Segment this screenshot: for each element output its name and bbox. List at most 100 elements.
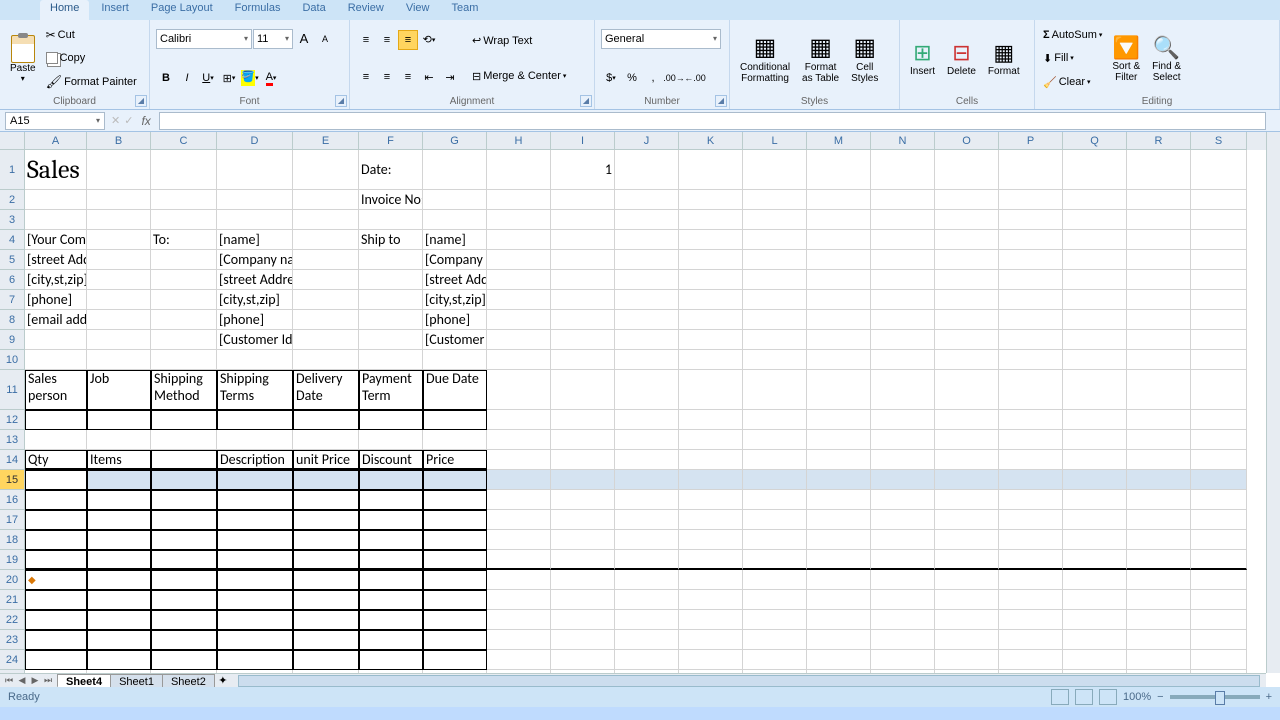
cell-K11[interactable] (679, 370, 743, 410)
cell-R5[interactable] (1127, 250, 1191, 270)
cell-E10[interactable] (293, 350, 359, 370)
cell-P1[interactable] (999, 150, 1063, 190)
cell-S9[interactable] (1191, 330, 1247, 350)
tab-review[interactable]: Review (338, 0, 394, 20)
cell-M4[interactable] (807, 230, 871, 250)
cell-H8[interactable] (487, 310, 551, 330)
cell-G12[interactable] (423, 410, 487, 430)
sheet-tab-sheet1[interactable]: Sheet1 (110, 674, 163, 688)
bold-button[interactable]: B (156, 68, 176, 88)
cell-H3[interactable] (487, 210, 551, 230)
cell-C11[interactable]: Shipping Method (151, 370, 217, 410)
cell-E6[interactable] (293, 270, 359, 290)
cell-B12[interactable] (87, 410, 151, 430)
tab-data[interactable]: Data (292, 0, 335, 20)
cell-E14[interactable]: unit Price (293, 450, 359, 470)
cell-P4[interactable] (999, 230, 1063, 250)
cell-R13[interactable] (1127, 430, 1191, 450)
cell-F13[interactable] (359, 430, 423, 450)
cell-A21[interactable] (25, 590, 87, 610)
cell-L3[interactable] (743, 210, 807, 230)
cell-K16[interactable] (679, 490, 743, 510)
cell-J1[interactable] (615, 150, 679, 190)
cell-A16[interactable] (25, 490, 87, 510)
cell-O15[interactable] (935, 470, 999, 490)
cell-K6[interactable] (679, 270, 743, 290)
decrease-decimal-button[interactable]: ←.00 (685, 68, 705, 88)
wrap-text-button[interactable]: ↩Wrap Text (470, 30, 568, 52)
cell-Q19[interactable] (1063, 550, 1127, 570)
cell-S5[interactable] (1191, 250, 1247, 270)
row-header-16[interactable]: 16 (0, 490, 25, 510)
clipboard-dialog-launcher[interactable]: ◢ (135, 95, 147, 107)
cell-S16[interactable] (1191, 490, 1247, 510)
cell-O1[interactable] (935, 150, 999, 190)
cell-O6[interactable] (935, 270, 999, 290)
tab-page-layout[interactable]: Page Layout (141, 0, 223, 20)
cell-D20[interactable] (217, 570, 293, 590)
cell-J2[interactable] (615, 190, 679, 210)
cell-G1[interactable] (423, 150, 487, 190)
cell-E13[interactable] (293, 430, 359, 450)
cell-D19[interactable] (217, 550, 293, 570)
cell-S20[interactable] (1191, 570, 1247, 590)
cell-F10[interactable] (359, 350, 423, 370)
cell-J3[interactable] (615, 210, 679, 230)
cell-B8[interactable] (87, 310, 151, 330)
cell-L7[interactable] (743, 290, 807, 310)
tab-view[interactable]: View (396, 0, 440, 20)
cell-M3[interactable] (807, 210, 871, 230)
cell-R17[interactable] (1127, 510, 1191, 530)
name-box[interactable]: A15 (5, 112, 105, 130)
cell-I7[interactable] (551, 290, 615, 310)
cell-N14[interactable] (871, 450, 935, 470)
cell-J15[interactable] (615, 470, 679, 490)
spreadsheet-grid[interactable]: ABCDEFGHIJKLMNOPQRS 12345678910111213141… (0, 132, 1280, 687)
cell-R11[interactable] (1127, 370, 1191, 410)
cell-J12[interactable] (615, 410, 679, 430)
cell-F5[interactable] (359, 250, 423, 270)
cell-J16[interactable] (615, 490, 679, 510)
row-header-12[interactable]: 12 (0, 410, 25, 430)
cell-A13[interactable] (25, 430, 87, 450)
cell-S11[interactable] (1191, 370, 1247, 410)
sheet-next-icon[interactable]: ▶ (29, 675, 41, 686)
col-header-P[interactable]: P (999, 132, 1063, 150)
cell-H24[interactable] (487, 650, 551, 670)
cell-O14[interactable] (935, 450, 999, 470)
cell-B23[interactable] (87, 630, 151, 650)
cell-S24[interactable] (1191, 650, 1247, 670)
col-header-S[interactable]: S (1191, 132, 1247, 150)
cell-E21[interactable] (293, 590, 359, 610)
cell-J9[interactable] (615, 330, 679, 350)
cell-L23[interactable] (743, 630, 807, 650)
smart-tag-icon[interactable]: ◆ (28, 575, 36, 586)
cell-D3[interactable] (217, 210, 293, 230)
cell-F23[interactable] (359, 630, 423, 650)
row-header-20[interactable]: 20 (0, 570, 25, 590)
row-header-5[interactable]: 5 (0, 250, 25, 270)
sheet-first-icon[interactable]: ⏮ (3, 675, 15, 686)
row-header-1[interactable]: 1 (0, 150, 25, 190)
cell-N1[interactable] (871, 150, 935, 190)
cell-D6[interactable]: [street Address] (217, 270, 293, 290)
cell-P12[interactable] (999, 410, 1063, 430)
cell-L19[interactable] (743, 550, 807, 570)
cell-N21[interactable] (871, 590, 935, 610)
row-header-11[interactable]: 11 (0, 370, 25, 410)
cell-A19[interactable] (25, 550, 87, 570)
cell-L22[interactable] (743, 610, 807, 630)
accept-formula-icon[interactable]: ✓ (124, 114, 133, 127)
cell-N24[interactable] (871, 650, 935, 670)
font-name-dropdown[interactable]: Calibri (156, 29, 252, 49)
autosum-button[interactable]: ΣAutoSum▾ (1041, 24, 1104, 46)
cell-N20[interactable] (871, 570, 935, 590)
row-header-19[interactable]: 19 (0, 550, 25, 570)
cell-N17[interactable] (871, 510, 935, 530)
cell-A14[interactable]: Qty (25, 450, 87, 470)
cell-S3[interactable] (1191, 210, 1247, 230)
cell-K13[interactable] (679, 430, 743, 450)
cell-P7[interactable] (999, 290, 1063, 310)
cell-I18[interactable] (551, 530, 615, 550)
cell-I9[interactable] (551, 330, 615, 350)
